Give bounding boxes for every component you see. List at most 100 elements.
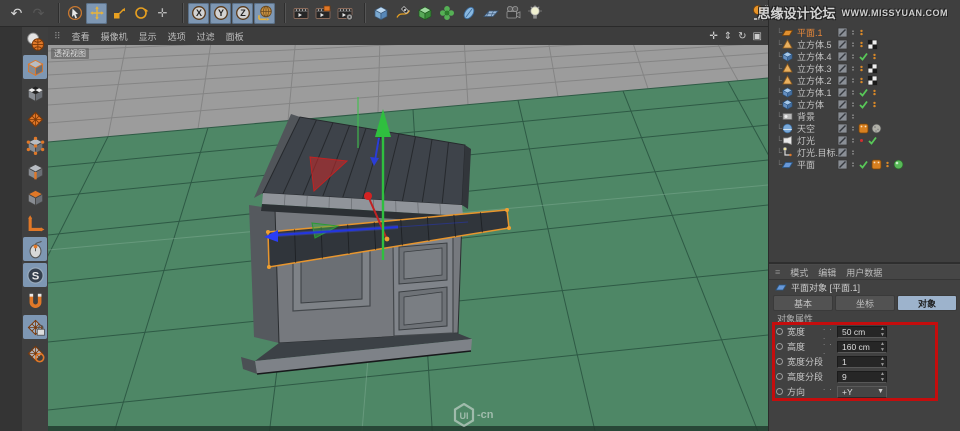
object-row-立方体.1[interactable]: └ 立方体.1: [769, 86, 960, 98]
render-picture-viewer-icon[interactable]: [312, 3, 333, 24]
vdots-orange-tag-icon[interactable]: [858, 75, 865, 86]
attribute-menu-0[interactable]: 模式: [790, 266, 808, 279]
visibility-dots-icon[interactable]: [850, 39, 856, 50]
edges-mode-icon[interactable]: [23, 159, 47, 183]
layer-tag-icon[interactable]: [837, 123, 848, 134]
spinner-icon[interactable]: ▲ ▼: [880, 371, 885, 384]
object-row-背景[interactable]: └ 背景: [769, 110, 960, 122]
keyframe-circle-icon[interactable]: [776, 328, 783, 335]
viewport-menu-5[interactable]: 面板: [226, 30, 244, 43]
keyframe-circle-icon[interactable]: [776, 388, 783, 395]
live-selection-icon[interactable]: [64, 3, 85, 24]
vdots-orange-tag-icon[interactable]: [884, 159, 891, 170]
move-icon[interactable]: [86, 2, 107, 24]
render-settings-icon[interactable]: [334, 3, 355, 24]
visibility-dots-icon[interactable]: [850, 99, 856, 110]
object-row-立方体[interactable]: └ 立方体: [769, 98, 960, 110]
layer-tag-icon[interactable]: [837, 27, 848, 38]
object-row-立方体.5[interactable]: └ 立方体.5: [769, 38, 960, 50]
tab-基本[interactable]: 基本: [773, 295, 833, 311]
viewport-menu-1[interactable]: 摄像机: [101, 30, 128, 43]
object-row-平面[interactable]: └ 平面: [769, 158, 960, 170]
visibility-dots-icon[interactable]: [850, 75, 856, 86]
value-input[interactable]: 1 ▲ ▼: [837, 355, 887, 368]
visibility-dots-icon[interactable]: [850, 27, 856, 38]
spline-pen-icon[interactable]: [392, 3, 413, 24]
spinner-icon[interactable]: ▲ ▼: [880, 341, 885, 354]
layer-tag-icon[interactable]: [837, 147, 848, 158]
keyframe-circle-icon[interactable]: [776, 373, 783, 380]
viewport-canvas[interactable]: [48, 45, 768, 431]
object-label[interactable]: 平面: [795, 158, 815, 171]
spinner-icon[interactable]: ▲ ▼: [880, 326, 885, 339]
add-cube-icon[interactable]: [370, 3, 391, 24]
render-view-icon[interactable]: [290, 3, 311, 24]
viewport-menu-2[interactable]: 显示: [139, 30, 157, 43]
object-row-灯光.目标.1[interactable]: └ 灯光.目标.1: [769, 146, 960, 158]
viewport-menu-4[interactable]: 过滤: [197, 30, 215, 43]
scale-icon[interactable]: [108, 3, 129, 24]
undo-icon[interactable]: ↶: [6, 3, 27, 24]
workplane-mode-icon[interactable]: [23, 107, 47, 131]
tab-对象[interactable]: 对象: [897, 295, 957, 311]
value-input[interactable]: 50 cm ▲ ▼: [837, 325, 887, 339]
layer-tag-icon[interactable]: [837, 87, 848, 98]
attribute-menu-2[interactable]: 用户数据: [846, 266, 882, 279]
layer-tag-icon[interactable]: [837, 75, 848, 86]
layer-tag-icon[interactable]: [837, 63, 848, 74]
value-input[interactable]: 9 ▲ ▼: [837, 370, 887, 384]
vdots-orange-tag-icon[interactable]: [871, 51, 878, 62]
layer-tag-icon[interactable]: [837, 99, 848, 110]
object-row-平面.1[interactable]: └ 平面.1: [769, 26, 960, 38]
list-icon[interactable]: ≡: [775, 267, 780, 277]
xtex-tag-icon[interactable]: [867, 75, 878, 86]
gizmo-center[interactable]: [364, 192, 372, 200]
enable-snap-icon[interactable]: S: [23, 263, 47, 287]
rotate-view-icon[interactable]: ↻: [738, 31, 746, 42]
magnet-snap-icon[interactable]: [23, 289, 47, 313]
check-tag-icon[interactable]: [858, 87, 869, 98]
model-mode-icon[interactable]: [23, 55, 47, 79]
polygons-mode-icon[interactable]: [23, 185, 47, 209]
visibility-dots-icon[interactable]: [850, 135, 856, 146]
x-axis-lock-icon[interactable]: X: [188, 2, 209, 24]
vdots-orange-tag-icon[interactable]: [858, 63, 865, 74]
deformer-icon[interactable]: [436, 3, 457, 24]
value-input[interactable]: 160 cm ▲ ▼: [837, 340, 887, 354]
xtex-tag-icon[interactable]: [867, 63, 878, 74]
noise-tag-icon[interactable]: [871, 123, 882, 134]
keyframe-circle-icon[interactable]: [776, 343, 783, 350]
viewport-menu-icon[interactable]: ⠿: [54, 31, 61, 42]
greenball-tag-icon[interactable]: [893, 159, 904, 170]
toggle-layout-icon[interactable]: ▣: [753, 31, 762, 42]
redo-icon[interactable]: ↷: [28, 3, 49, 24]
xtex-tag-icon[interactable]: [867, 39, 878, 50]
vdots-orange-tag-icon[interactable]: [858, 39, 865, 50]
visibility-dots-icon[interactable]: [850, 147, 856, 158]
layer-tag-icon[interactable]: [837, 111, 848, 122]
comp-tag-icon[interactable]: [858, 123, 869, 134]
check-tag-icon[interactable]: [858, 99, 869, 110]
check-tag-icon[interactable]: [858, 51, 869, 62]
axis-mode-icon[interactable]: [23, 211, 47, 235]
light-icon[interactable]: [524, 3, 545, 24]
points-mode-icon[interactable]: [23, 133, 47, 157]
vdots-orange-tag-icon[interactable]: [871, 87, 878, 98]
object-row-灯光[interactable]: └ 灯光: [769, 134, 960, 146]
tab-坐标[interactable]: 坐标: [835, 295, 895, 311]
workplane-grid-icon[interactable]: [23, 341, 47, 365]
pan-view-icon[interactable]: ✛: [709, 31, 717, 42]
visibility-dots-icon[interactable]: [850, 87, 856, 98]
visibility-dots-icon[interactable]: [850, 111, 856, 122]
check-tag-icon[interactable]: [858, 159, 869, 170]
direction-dropdown[interactable]: +Y ▼: [837, 385, 887, 398]
object-row-立方体.2[interactable]: └ 立方体.2: [769, 74, 960, 86]
layer-tag-icon[interactable]: [837, 39, 848, 50]
make-editable-icon[interactable]: [23, 29, 47, 53]
object-row-立方体.4[interactable]: └ 立方体.4: [769, 50, 960, 62]
viewport-solo-icon[interactable]: [23, 237, 47, 261]
zoom-view-icon[interactable]: ⇕: [724, 31, 732, 42]
check-tag-icon[interactable]: [867, 135, 878, 146]
last-tool-icon[interactable]: ✛: [152, 3, 173, 24]
attribute-menu-1[interactable]: 编辑: [818, 266, 836, 279]
